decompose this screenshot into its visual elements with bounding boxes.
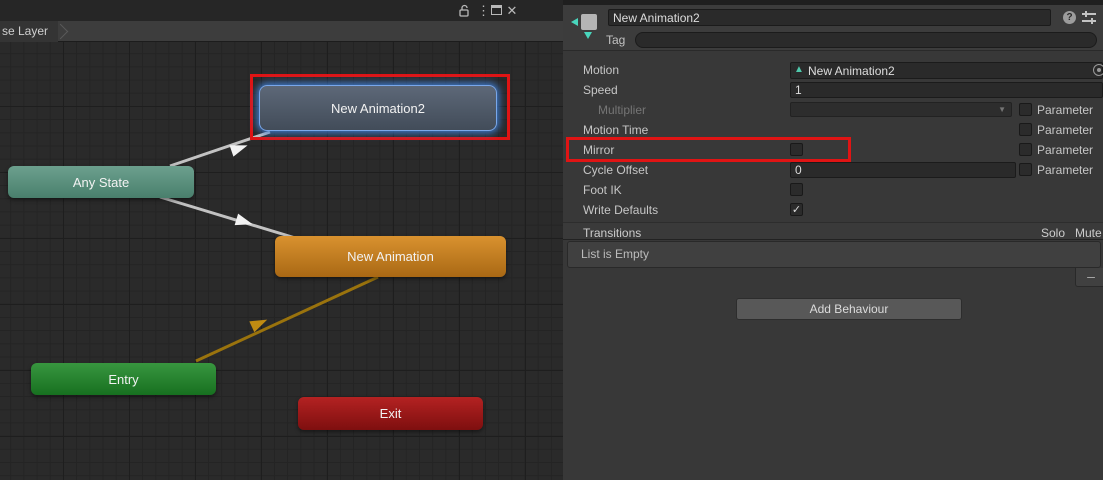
state-machine-icon <box>581 14 597 30</box>
state-machine-icon <box>584 32 592 39</box>
transitions-title: Transitions <box>583 226 641 240</box>
tag-input[interactable] <box>635 32 1097 48</box>
solo-column-label: Solo <box>1041 226 1065 240</box>
inspector-panel: ? Tag Motion ▲ New Animation2 Speed Mult… <box>563 0 1103 480</box>
breadcrumb-bar: se Layer Auto Live Link <box>0 21 563 42</box>
multiplier-label: Multiplier <box>598 103 646 117</box>
foot-ik-checkbox[interactable] <box>790 183 803 196</box>
remove-transition-button[interactable]: – <box>1075 268 1103 287</box>
foot-ik-label: Foot IK <box>583 183 622 197</box>
graph-canvas[interactable]: New Animation2 Any State New Animation E… <box>0 42 563 480</box>
mirror-parameter-label: Parameter <box>1037 143 1093 157</box>
write-defaults-checkbox[interactable]: ✓ <box>790 203 803 216</box>
transitions-header: Transitions Solo Mute <box>563 222 1103 240</box>
write-defaults-label: Write Defaults <box>583 203 658 217</box>
presets-icon[interactable] <box>1082 11 1097 24</box>
cycle-offset-input[interactable] <box>790 162 1016 178</box>
motion-time-parameter-checkbox[interactable] <box>1019 123 1032 136</box>
maximize-icon[interactable] <box>491 5 502 15</box>
state-node-new-animation[interactable]: New Animation <box>275 236 506 277</box>
red-annotation-box-mirror <box>566 137 851 162</box>
add-behaviour-button[interactable]: Add Behaviour <box>736 298 962 320</box>
multiplier-dropdown: ▼ <box>790 102 1012 117</box>
unity-animator-window: ⋮ ✕ se Layer Auto Live Link New Animatio… <box>0 0 1103 480</box>
multiplier-parameter-checkbox[interactable] <box>1019 103 1032 116</box>
mirror-parameter-checkbox[interactable] <box>1019 143 1032 156</box>
cycle-offset-label: Cycle Offset <box>583 163 648 177</box>
motion-time-parameter-label: Parameter <box>1037 123 1093 137</box>
object-picker-icon[interactable] <box>1093 64 1103 76</box>
state-node-entry[interactable]: Entry <box>31 363 216 395</box>
state-node-any-state[interactable]: Any State <box>8 166 194 198</box>
cycle-offset-parameter-checkbox[interactable] <box>1019 163 1032 176</box>
animation-clip-icon: ▲ <box>794 64 804 75</box>
transition-entry-to-newanimation[interactable] <box>196 277 378 361</box>
graph-titlebar: ⋮ ✕ <box>0 0 563 21</box>
animator-graph-panel: ⋮ ✕ se Layer Auto Live Link New Animatio… <box>0 0 563 480</box>
transitions-list[interactable]: List is Empty <box>567 241 1101 268</box>
breadcrumb-base-layer[interactable]: se Layer <box>0 21 58 42</box>
motion-label: Motion <box>583 63 619 77</box>
state-node-exit[interactable]: Exit <box>298 397 483 430</box>
help-icon[interactable]: ? <box>1063 11 1076 24</box>
state-name-input[interactable] <box>608 9 1051 26</box>
chevron-down-icon: ▼ <box>998 105 1006 114</box>
mute-column-label: Mute <box>1075 226 1102 240</box>
list-empty-text: List is Empty <box>581 247 649 261</box>
state-node-new-animation2[interactable]: New Animation2 <box>259 85 497 131</box>
transition-anystate-to-newanimation[interactable] <box>160 197 302 240</box>
speed-input[interactable] <box>790 82 1103 98</box>
motion-time-label: Motion Time <box>583 123 648 137</box>
multiplier-parameter-label: Parameter <box>1037 103 1093 117</box>
state-machine-icon <box>571 18 578 26</box>
motion-value: New Animation2 <box>808 64 895 78</box>
cycle-offset-parameter-label: Parameter <box>1037 163 1093 177</box>
speed-label: Speed <box>583 83 618 97</box>
kebab-menu-icon[interactable]: ⋮ <box>477 3 487 18</box>
arrowhead-icon <box>235 214 255 230</box>
close-icon[interactable]: ✕ <box>506 3 518 18</box>
tag-label: Tag <box>606 33 625 47</box>
